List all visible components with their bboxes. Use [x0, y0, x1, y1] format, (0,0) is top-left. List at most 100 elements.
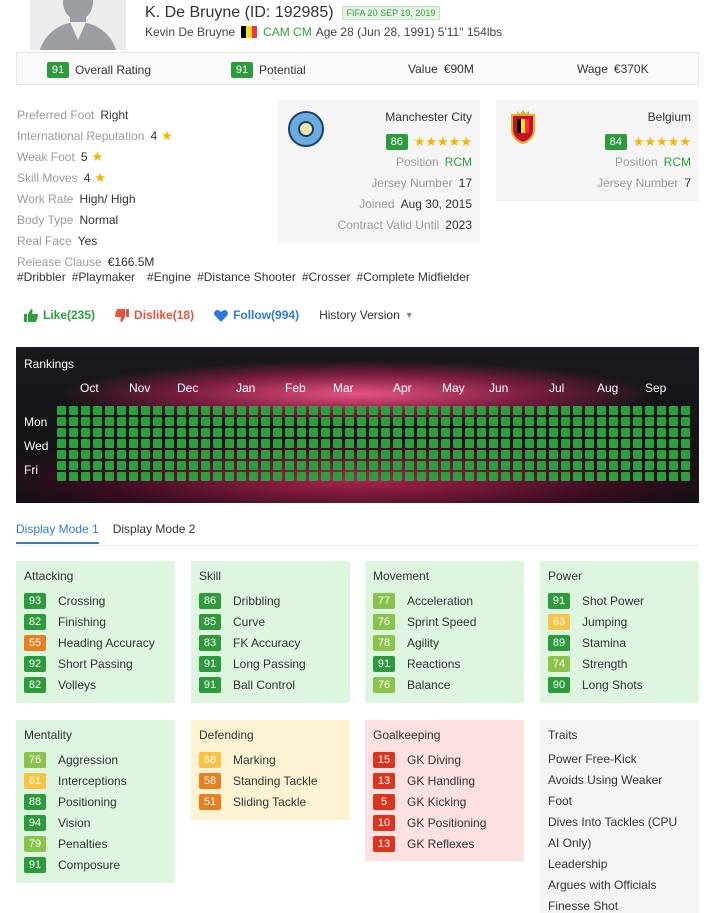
heatmap-cell[interactable] [609, 450, 618, 459]
heatmap-cell[interactable] [597, 439, 606, 448]
heatmap-cell[interactable] [333, 472, 342, 481]
heatmap-cell[interactable] [489, 439, 498, 448]
heatmap-cell[interactable] [57, 417, 66, 426]
heatmap-cell[interactable] [657, 461, 666, 470]
heatmap-cell[interactable] [189, 406, 198, 415]
heatmap-cell[interactable] [189, 428, 198, 437]
heatmap-cell[interactable] [513, 450, 522, 459]
heatmap-cell[interactable] [597, 428, 606, 437]
heatmap-cell[interactable] [561, 417, 570, 426]
heatmap-cell[interactable] [465, 439, 474, 448]
heatmap-cell[interactable] [429, 428, 438, 437]
heatmap-cell[interactable] [345, 406, 354, 415]
heatmap-cell[interactable] [333, 450, 342, 459]
heatmap-cell[interactable] [429, 472, 438, 481]
heatmap-cell[interactable] [93, 439, 102, 448]
heatmap-cell[interactable] [573, 406, 582, 415]
heatmap-cell[interactable] [93, 472, 102, 481]
heatmap-cell[interactable] [681, 417, 690, 426]
heatmap-cell[interactable] [585, 461, 594, 470]
heatmap-cell[interactable] [405, 450, 414, 459]
heatmap-cell[interactable] [441, 472, 450, 481]
heatmap-cell[interactable] [681, 428, 690, 437]
heatmap-cell[interactable] [657, 417, 666, 426]
heatmap-cell[interactable] [309, 417, 318, 426]
heatmap-cell[interactable] [549, 406, 558, 415]
heatmap-cell[interactable] [537, 472, 546, 481]
heatmap-cell[interactable] [201, 439, 210, 448]
heatmap-cell[interactable] [585, 406, 594, 415]
heatmap-cell[interactable] [213, 450, 222, 459]
heatmap-cell[interactable] [477, 450, 486, 459]
heatmap-cell[interactable] [501, 472, 510, 481]
heatmap-cell[interactable] [681, 472, 690, 481]
heatmap-cell[interactable] [681, 406, 690, 415]
heatmap-cell[interactable] [249, 450, 258, 459]
tab-display-mode-1[interactable]: Display Mode 1 [16, 522, 99, 544]
heatmap-cell[interactable] [165, 439, 174, 448]
heatmap-cell[interactable] [597, 417, 606, 426]
heatmap-cell[interactable] [141, 472, 150, 481]
heatmap-cell[interactable] [345, 472, 354, 481]
heatmap-cell[interactable] [525, 450, 534, 459]
heatmap-cell[interactable] [573, 417, 582, 426]
heatmap-cell[interactable] [321, 406, 330, 415]
heatmap-cell[interactable] [381, 417, 390, 426]
heatmap-cell[interactable] [465, 472, 474, 481]
heatmap-cell[interactable] [657, 439, 666, 448]
heatmap-cell[interactable] [285, 461, 294, 470]
heatmap-cell[interactable] [441, 428, 450, 437]
heatmap-cell[interactable] [537, 417, 546, 426]
heatmap-cell[interactable] [81, 417, 90, 426]
heatmap-cell[interactable] [237, 406, 246, 415]
heatmap-cell[interactable] [285, 450, 294, 459]
heatmap-cell[interactable] [309, 439, 318, 448]
heatmap-cell[interactable] [81, 406, 90, 415]
heatmap-cell[interactable] [285, 428, 294, 437]
heatmap-cell[interactable] [441, 439, 450, 448]
heatmap-cell[interactable] [381, 406, 390, 415]
heatmap-cell[interactable] [93, 461, 102, 470]
heatmap-cell[interactable] [513, 428, 522, 437]
tab-display-mode-2[interactable]: Display Mode 2 [113, 522, 196, 544]
heatmap-cell[interactable] [165, 461, 174, 470]
tag-link[interactable]: #Engine [147, 270, 191, 284]
heatmap-cell[interactable] [609, 461, 618, 470]
heatmap-cell[interactable] [573, 439, 582, 448]
heatmap-cell[interactable] [105, 461, 114, 470]
tag-link[interactable]: #Playmaker [72, 270, 135, 284]
heatmap-cell[interactable] [381, 428, 390, 437]
heatmap-cell[interactable] [609, 439, 618, 448]
heatmap-cell[interactable] [561, 461, 570, 470]
heatmap-cell[interactable] [309, 461, 318, 470]
heatmap-cell[interactable] [309, 450, 318, 459]
heatmap-cell[interactable] [57, 428, 66, 437]
heatmap-cell[interactable] [333, 439, 342, 448]
heatmap-cell[interactable] [141, 417, 150, 426]
heatmap-cell[interactable] [177, 450, 186, 459]
heatmap-cell[interactable] [381, 461, 390, 470]
heatmap-cell[interactable] [393, 461, 402, 470]
heatmap-cell[interactable] [477, 472, 486, 481]
heatmap-cell[interactable] [369, 450, 378, 459]
heatmap-cell[interactable] [285, 417, 294, 426]
heatmap-cell[interactable] [645, 472, 654, 481]
heatmap-cell[interactable] [417, 472, 426, 481]
heatmap-cell[interactable] [669, 461, 678, 470]
heatmap-cell[interactable] [453, 428, 462, 437]
heatmap-cell[interactable] [105, 439, 114, 448]
heatmap-cell[interactable] [69, 439, 78, 448]
heatmap-cell[interactable] [381, 450, 390, 459]
heatmap-cell[interactable] [657, 472, 666, 481]
heatmap-cell[interactable] [405, 439, 414, 448]
heatmap-cell[interactable] [369, 439, 378, 448]
heatmap-cell[interactable] [453, 450, 462, 459]
heatmap-cell[interactable] [237, 472, 246, 481]
heatmap-cell[interactable] [501, 461, 510, 470]
heatmap-cell[interactable] [357, 472, 366, 481]
heatmap-cell[interactable] [633, 428, 642, 437]
heatmap-cell[interactable] [537, 428, 546, 437]
heatmap-cell[interactable] [381, 472, 390, 481]
heatmap-cell[interactable] [153, 439, 162, 448]
heatmap-cell[interactable] [561, 450, 570, 459]
